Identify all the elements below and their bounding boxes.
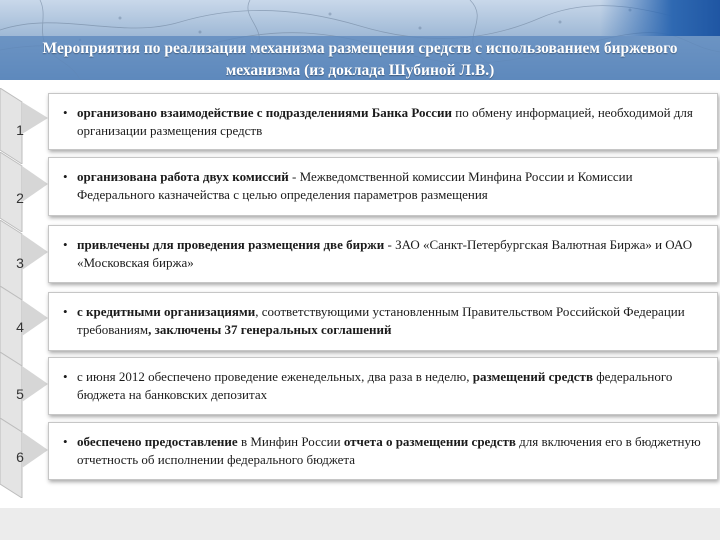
bullet: • — [63, 169, 68, 184]
step-box-4: • с кредитными организациями, соответств… — [48, 292, 718, 351]
step-box-3: • привлечены для проведения размещения д… — [48, 225, 718, 283]
step-text-4: • с кредитными организациями, соответств… — [63, 304, 685, 337]
step-number-6: 6 — [16, 449, 24, 465]
slide-title: Мероприятия по реализации механизма разм… — [42, 40, 678, 79]
header-banner: Мероприятия по реализации механизма разм… — [0, 0, 720, 80]
step-box-5: • с июня 2012 обеспечено проведение ежен… — [48, 357, 718, 415]
step-number-4: 4 — [16, 319, 24, 335]
step-text-5: • с июня 2012 обеспечено проведение ежен… — [63, 369, 673, 402]
bullet: • — [63, 434, 68, 449]
step-number-2: 2 — [16, 190, 24, 206]
step-number-1: 1 — [16, 122, 24, 138]
footer-band — [0, 508, 720, 540]
step-text-1: • организовано взаимодействие с подразде… — [63, 105, 693, 138]
step-text-3: • привлечены для проведения размещения д… — [63, 237, 693, 270]
header-accent — [600, 0, 720, 36]
step-number-3: 3 — [16, 255, 24, 271]
bullet: • — [63, 369, 68, 384]
step-text-2: • организована работа двух комиссий - Ме… — [63, 169, 633, 202]
step-number-5: 5 — [16, 386, 24, 402]
bullet: • — [63, 105, 68, 120]
bullet: • — [63, 237, 68, 252]
step-box-2: • организована работа двух комиссий - Ме… — [48, 157, 718, 216]
bullet: • — [63, 304, 68, 319]
step-box-6: • обеспечено предоставление в Минфин Рос… — [48, 422, 718, 480]
step-text-6: • обеспечено предоставление в Минфин Рос… — [63, 434, 701, 467]
step-box-1: • организовано взаимодействие с подразде… — [48, 93, 718, 150]
